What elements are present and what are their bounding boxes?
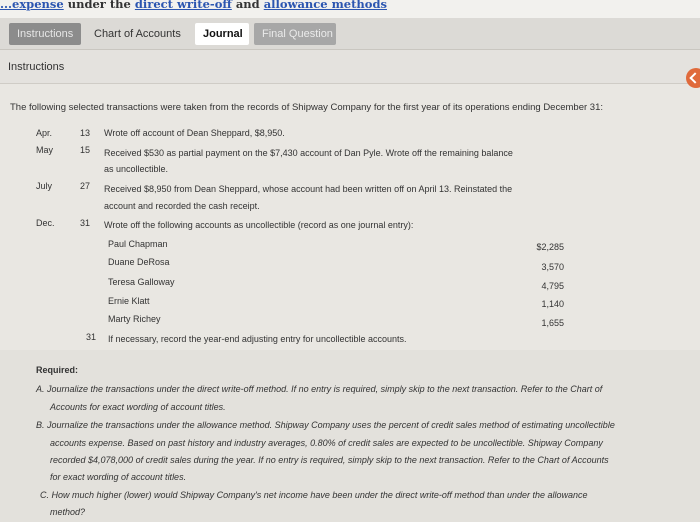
requirement-b: B. Journalize the transactions under the… (36, 420, 615, 430)
writeoff-name: Duane DeRosa (108, 257, 170, 267)
requirement-b: recorded $4,078,000 of credit sales duri… (50, 455, 609, 465)
writeoff-amount: 1,140 (541, 299, 564, 309)
txn-month: Dec. (36, 218, 55, 228)
direct-write-off-link[interactable]: direct write-off (135, 0, 232, 11)
top-title-strip: ...expense under the direct write-off an… (0, 0, 700, 18)
writeoff-amount: 1,655 (541, 318, 564, 328)
txn-description: Wrote off the following accounts as unco… (104, 220, 414, 230)
txn-description: Received $530 as partial payment on the … (104, 148, 513, 158)
instructions-section-header: Instructions (0, 50, 700, 84)
txn-description: If necessary, record the year-end adjust… (108, 334, 407, 344)
writeoff-amount: 4,795 (541, 281, 564, 291)
requirement-a: Accounts for exact wording of account ti… (50, 402, 226, 412)
requirement-b: for exact wording of account titles. (50, 472, 187, 482)
requirement-c: C. How much higher (lower) would Shipway… (40, 490, 588, 500)
requirement-a: A. Journalize the transactions under the… (36, 384, 603, 394)
tab-bar: Instructions Chart of Accounts Journal F… (0, 18, 700, 50)
txn-month: July (36, 181, 53, 191)
txn-day: 15 (80, 145, 91, 155)
writeoff-name: Marty Richey (108, 314, 161, 324)
txn-description: Wrote off account of Dean Sheppard, $8,9… (104, 128, 285, 138)
txn-month: May (36, 145, 54, 155)
writeoff-name: Paul Chapman (108, 239, 168, 249)
txn-month: Apr. (36, 128, 53, 138)
txn-day: 31 (80, 218, 91, 228)
tab-journal[interactable]: Journal (195, 23, 249, 45)
writeoff-amount: $2,285 (536, 242, 564, 252)
section-title: Instructions (8, 61, 65, 73)
top-clipped-text: ...expense (0, 0, 64, 11)
requirement-c: method? (50, 507, 86, 517)
top-joiner-text: and (235, 0, 260, 11)
writeoff-name: Teresa Galloway (108, 277, 175, 287)
txn-description: Received $8,950 from Dean Sheppard, whos… (104, 184, 513, 194)
tab-final-question[interactable]: Final Question (254, 23, 336, 45)
txn-day: 31 (86, 332, 97, 342)
txn-description: account and recorded the cash receipt. (104, 201, 260, 211)
requirement-b: accounts expense. Based on past history … (50, 438, 603, 448)
writeoff-name: Ernie Klatt (108, 296, 150, 306)
txn-day: 27 (80, 181, 91, 191)
allowance-methods-link[interactable]: allowance methods (264, 0, 387, 11)
txn-description: as uncollectible. (104, 164, 169, 174)
tab-chart-of-accounts[interactable]: Chart of Accounts (86, 23, 190, 45)
intro-text: The following selected transactions were… (10, 102, 603, 113)
top-lead-text: under the (67, 0, 131, 11)
txn-day: 13 (80, 128, 91, 138)
required-heading: Required: (36, 365, 79, 375)
tab-instructions[interactable]: Instructions (9, 23, 81, 45)
writeoff-amount: 3,570 (541, 262, 564, 272)
expand-icon[interactable] (686, 68, 700, 88)
